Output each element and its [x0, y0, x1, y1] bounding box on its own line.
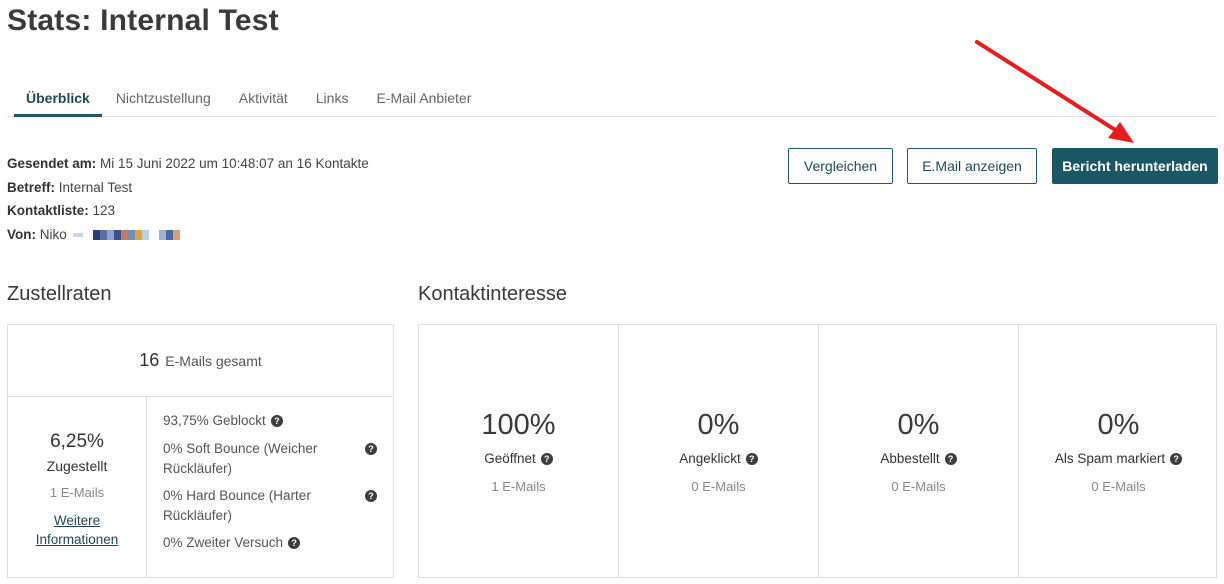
unsubscribed-stat: 0% Abbestellt? 0 E-Mails — [819, 325, 1019, 577]
red-arrow-icon — [975, 40, 1134, 143]
soft-bounce-text-2: Rückläufer) — [163, 461, 233, 476]
show-email-button[interactable]: E.Mail anzeigen — [907, 148, 1037, 184]
clicked-percent: 0% — [697, 409, 740, 441]
question-circle-icon[interactable]: ? — [1170, 453, 1183, 466]
blocked-text: 93,75% Geblockt — [163, 413, 266, 428]
delivered-stat: 6,25% Zugestellt 1 E-Mails Weitere Infor… — [8, 397, 147, 577]
more-info-line2[interactable]: Informationen — [8, 530, 146, 549]
list-label: Kontaktliste: — [7, 203, 89, 218]
from-line: Von: Niko — [7, 223, 369, 247]
blocked-line: 93,75% Geblockt? — [163, 411, 283, 431]
question-circle-icon[interactable]: ? — [944, 453, 957, 466]
opened-percent: 100% — [481, 409, 556, 441]
spam-label: Als Spam markiert — [1054, 451, 1166, 466]
compare-button[interactable]: Vergleichen — [788, 148, 893, 184]
unsubscribed-percent: 0% — [897, 409, 940, 441]
opened-count: 1 E-Mails — [491, 479, 546, 494]
campaign-meta: Gesendet am: Mi 15 Juni 2022 um 10:48:07… — [7, 152, 369, 246]
from-label: Von: — [7, 226, 36, 242]
clicked-label: Angeklickt — [679, 451, 741, 466]
hard-bounce-text-1: 0% Hard Bounce (Harter — [163, 488, 311, 503]
retry-text: 0% Zweiter Versuch — [163, 535, 284, 550]
soft-bounce-text-1: 0% Soft Bounce (Weicher — [163, 441, 318, 456]
total-emails-row: 16 E-Mails gesamt — [8, 325, 393, 397]
unsubscribed-count: 0 E-Mails — [891, 479, 946, 494]
soft-bounce-line: 0% Soft Bounce (Weicher Rückläufer) — [163, 439, 378, 479]
total-count: 16 — [139, 350, 160, 370]
question-circle-icon[interactable]: ? — [270, 415, 283, 428]
interest-panel: 100% Geöffnet? 1 E-Mails 0% Angeklickt? … — [418, 324, 1217, 578]
from-value: Niko — [39, 226, 67, 242]
sent-value: Mi 15 Juni 2022 um 10:48:07 an 16 Kontak… — [100, 156, 369, 171]
question-circle-icon[interactable]: ? — [540, 453, 553, 466]
tab-overview[interactable]: Überblick — [14, 85, 102, 117]
spam-count: 0 E-Mails — [1091, 479, 1146, 494]
hard-bounce-line: 0% Hard Bounce (Harter Rückläufer) — [163, 486, 378, 526]
spam-label-row: Als Spam markiert? — [1019, 451, 1218, 466]
question-circle-icon[interactable]: ? — [745, 453, 758, 466]
clicked-count: 0 E-Mails — [691, 479, 746, 494]
delivered-percent: 6,25% — [50, 431, 104, 452]
more-info-link[interactable]: Weitere Informationen — [8, 511, 146, 549]
tab-bounces[interactable]: Nichtzustellung — [102, 85, 225, 117]
delivered-count: 1 E-Mails — [49, 485, 105, 500]
question-circle-icon[interactable]: ? — [365, 490, 377, 502]
subject-label: Betreff: — [7, 179, 56, 195]
opened-label: Geöffnet — [484, 451, 536, 466]
unsubscribed-label-row: Abbestellt? — [819, 451, 1018, 466]
interest-section-title: Kontaktinteresse — [418, 283, 567, 305]
spam-stat: 0% Als Spam markiert? 0 E-Mails — [1019, 325, 1218, 577]
unsubscribed-label: Abbestellt — [880, 451, 940, 466]
question-circle-icon[interactable]: ? — [288, 537, 301, 550]
tab-links[interactable]: Links — [302, 85, 363, 117]
sent-line: Gesendet am: Mi 15 Juni 2022 um 10:48:07… — [7, 152, 369, 176]
spam-percent: 0% — [1097, 409, 1140, 441]
total-label: E-Mails gesamt — [165, 352, 262, 369]
more-info-line1[interactable]: Weitere — [8, 511, 146, 530]
opened-label-row: Geöffnet? — [419, 451, 618, 466]
bounce-breakdown: 93,75% Geblockt? 0% Soft Bounce (Weicher… — [148, 397, 393, 577]
subject-line: Betreff: Internal Test — [7, 176, 369, 200]
sent-label: Gesendet am: — [7, 156, 97, 171]
download-report-button[interactable]: Bericht herunterladen — [1052, 148, 1218, 184]
question-circle-icon[interactable]: ? — [365, 443, 377, 455]
clicked-label-row: Angeklickt? — [619, 451, 818, 466]
clicked-stat: 0% Angeklickt? 0 E-Mails — [619, 325, 819, 577]
hard-bounce-text-2: Rückläufer) — [163, 508, 233, 523]
delivery-panel: 16 E-Mails gesamt 6,25% Zugestellt 1 E-M… — [7, 324, 394, 578]
page-title: Stats: Internal Test — [7, 4, 279, 37]
delivered-label: Zugestellt — [46, 458, 108, 474]
tab-activity[interactable]: Aktivität — [225, 85, 302, 117]
subject-value: Internal Test — [58, 179, 133, 195]
opened-stat: 100% Geöffnet? 1 E-Mails — [419, 325, 619, 577]
tab-email-providers[interactable]: E-Mail Anbieter — [362, 85, 485, 117]
redacted-email — [72, 229, 180, 240]
list-line: Kontaktliste: 123 — [7, 199, 369, 223]
list-value: 123 — [92, 203, 116, 218]
retry-line: 0% Zweiter Versuch? — [163, 533, 301, 553]
delivery-section-title: Zustellraten — [7, 283, 112, 305]
